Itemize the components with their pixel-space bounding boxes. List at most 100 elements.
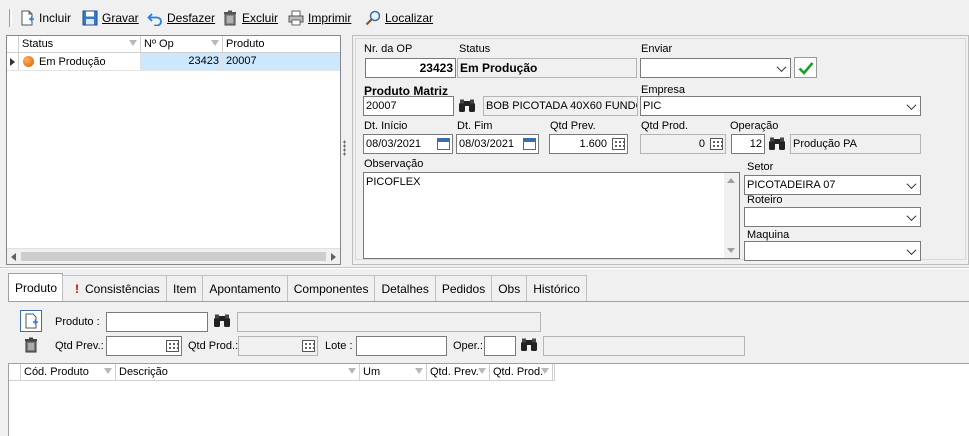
chevron-down-icon[interactable] — [904, 243, 919, 259]
toolbar-grip[interactable] — [9, 9, 12, 27]
tab-apontamento[interactable]: Apontamento — [202, 275, 288, 301]
operacao-desc-field: Produção PA — [790, 134, 921, 154]
empresa-select[interactable]: PIC — [640, 96, 921, 116]
tab-consistencias[interactable]: ! Consistências — [62, 275, 167, 301]
enviar-select[interactable] — [640, 58, 791, 78]
maquina-label: Maquina — [747, 229, 790, 241]
column-header-um[interactable]: Um — [360, 364, 427, 380]
roteiro-label: Roteiro — [747, 194, 783, 206]
oper-input[interactable] — [484, 336, 516, 356]
scroll-down-icon[interactable] — [727, 248, 735, 253]
horizontal-splitter[interactable] — [0, 267, 969, 269]
setor-label: Setor — [747, 161, 774, 173]
op-list-grid: Status Nº Op Produto Em Produção 23423 2… — [6, 35, 341, 265]
calculator-icon[interactable] — [612, 138, 625, 150]
lote-input[interactable] — [356, 336, 447, 356]
chevron-down-icon[interactable] — [904, 209, 919, 225]
produto-desc-field — [237, 312, 541, 332]
maquina-select[interactable] — [744, 241, 921, 261]
vertical-splitter[interactable] — [343, 140, 346, 156]
column-header-cod-produto[interactable]: Cód. Produto — [21, 364, 116, 380]
lote-label: Lote : — [325, 340, 353, 352]
new-document-icon — [25, 313, 38, 329]
qtd-prev-field[interactable]: 1.600 — [549, 134, 628, 154]
filter-icon[interactable] — [415, 368, 423, 374]
binoculars-icon[interactable] — [519, 335, 539, 355]
horizontal-scrollbar[interactable] — [7, 248, 340, 264]
calendar-icon[interactable] — [523, 138, 536, 150]
calculator-icon[interactable] — [166, 340, 179, 352]
items-grid: Cód. Produto Descrição Um Qtd. Prev. Qtd… — [8, 363, 969, 436]
binoculars-icon[interactable] — [212, 311, 232, 331]
column-header-produto[interactable]: Produto — [223, 36, 340, 52]
status-dot-icon — [23, 56, 34, 67]
produto-input[interactable] — [106, 312, 208, 332]
save-icon — [82, 10, 98, 26]
undo-icon — [147, 10, 163, 27]
operacao-code-field[interactable]: 12 — [731, 134, 765, 154]
localizar-button[interactable]: Localizar — [365, 8, 433, 28]
nr-op-field[interactable]: 23423 — [365, 58, 456, 78]
tab-produto[interactable]: Produto — [8, 273, 63, 301]
toolbar: Incluir Gravar Desfazer Excluir Imprimir… — [0, 0, 969, 34]
filter-icon[interactable] — [129, 40, 137, 46]
confirm-enviar-button[interactable] — [794, 57, 817, 78]
qtd-prod-field: 0 — [640, 134, 726, 154]
table-row[interactable]: Em Produção 23423 20007 — [7, 53, 340, 71]
qtd-prev-input-label: Qtd Prev.: — [55, 340, 104, 352]
scroll-right-icon[interactable] — [331, 253, 336, 261]
produto-matriz-code-field[interactable]: 20007 — [363, 96, 454, 116]
chevron-down-icon[interactable] — [774, 60, 789, 76]
filter-icon[interactable] — [348, 368, 356, 374]
column-header-qtd-prod[interactable]: Qtd. Prod. — [490, 364, 553, 380]
qtd-prod-label: Qtd Prod. — [641, 120, 689, 132]
vertical-scrollbar[interactable] — [724, 173, 739, 258]
add-item-button[interactable] — [20, 310, 42, 332]
calendar-icon[interactable] — [437, 138, 450, 150]
excluir-button[interactable]: Excluir — [222, 8, 278, 28]
trash-icon — [222, 10, 238, 26]
tab-obs[interactable]: Obs — [491, 275, 528, 301]
setor-select[interactable]: PICOTADEIRA 07 — [744, 175, 921, 195]
row-produto-cell: 20007 — [223, 53, 340, 70]
filter-icon[interactable] — [541, 368, 549, 374]
observacao-textarea[interactable]: PICOFLEX — [363, 172, 740, 259]
chevron-down-icon[interactable] — [904, 177, 919, 193]
scroll-up-icon[interactable] — [727, 178, 735, 183]
filter-icon[interactable] — [104, 368, 112, 374]
roteiro-select[interactable] — [744, 207, 921, 227]
operacao-label: Operação — [730, 120, 779, 132]
column-header-qtd-prev[interactable]: Qtd. Prev. — [427, 364, 490, 380]
tab-historico[interactable]: Histórico — [526, 275, 587, 301]
dt-fim-field[interactable]: 08/03/2021 — [456, 134, 539, 154]
magnifier-icon — [365, 10, 381, 26]
scroll-left-icon[interactable] — [11, 253, 16, 261]
qtd-prod-input-label: Qtd Prod.: — [188, 340, 239, 352]
row-pointer-icon — [7, 53, 19, 70]
desfazer-button[interactable]: Desfazer — [147, 8, 215, 28]
incluir-button[interactable]: Incluir — [19, 8, 71, 28]
filter-icon[interactable] — [211, 40, 219, 46]
filter-icon[interactable] — [478, 368, 486, 374]
dt-inicio-label: Dt. Início — [364, 120, 408, 132]
tab-componentes[interactable]: Componentes — [286, 275, 376, 301]
binoculars-icon[interactable] — [457, 96, 477, 116]
column-header-status[interactable]: Status — [19, 36, 141, 52]
scroll-thumb[interactable] — [21, 252, 326, 261]
imprimir-button[interactable]: Imprimir — [288, 8, 351, 28]
tab-item[interactable]: Item — [166, 275, 204, 301]
empresa-label: Empresa — [641, 84, 686, 96]
dt-inicio-field[interactable]: 08/03/2021 — [363, 134, 453, 154]
delete-item-button[interactable] — [21, 335, 41, 355]
column-header-descricao[interactable]: Descrição — [116, 364, 360, 380]
chevron-down-icon[interactable] — [904, 98, 919, 114]
tab-detalhes[interactable]: Detalhes — [374, 275, 436, 301]
gravar-button[interactable]: Gravar — [82, 8, 139, 28]
qtd-prev-input[interactable] — [106, 336, 182, 356]
tab-pedidos[interactable]: Pedidos — [434, 275, 493, 301]
column-header-op[interactable]: Nº Op — [141, 36, 223, 52]
row-indicator-header — [9, 364, 21, 380]
row-status-cell: Em Produção — [19, 53, 141, 70]
binoculars-icon[interactable] — [767, 134, 787, 154]
enviar-label: Enviar — [641, 43, 673, 55]
